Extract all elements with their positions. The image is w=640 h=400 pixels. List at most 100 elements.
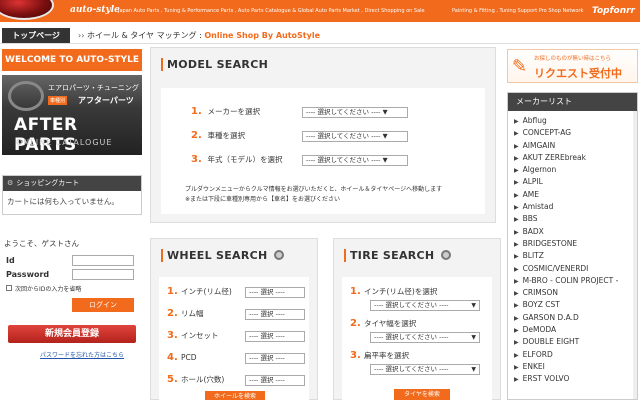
maker-list-item[interactable]: ▶ DOUBLE EIGHT: [514, 336, 631, 348]
row-label: 扁平率を選択: [364, 351, 409, 360]
maker-list-item[interactable]: ▶ BBS: [514, 213, 631, 225]
row-label: インセット: [181, 331, 219, 340]
tire-aspect-select[interactable]: ---- 選択してください ---- ▼: [370, 364, 480, 375]
maker-list-item[interactable]: ▶ BLITZ: [514, 250, 631, 262]
remember-checkbox[interactable]: [6, 285, 12, 291]
maker-list-item[interactable]: ▶ Algernon: [514, 164, 631, 176]
maker-name: M-BRO - COLIN PROJECT -: [522, 275, 619, 285]
maker-list-item[interactable]: ▶ BOYZ CST: [514, 299, 631, 311]
maker-list-item[interactable]: ▶ Abflug: [514, 115, 631, 127]
maker-name: GARSON D.A.D: [522, 312, 579, 322]
wheel-hole-select[interactable]: ---- 選択 ----: [245, 375, 305, 386]
select-text: ---- 選択してください ---- ▼: [306, 156, 388, 164]
banner-line1: エアロパーツ・チューニング: [48, 84, 139, 92]
wheel-search-button[interactable]: ホイールを検索: [205, 391, 265, 400]
request-banner[interactable]: ✎ お探しのものが無い時はこちら リクエスト受付中: [507, 49, 638, 83]
select-text: ---- 選択 ----: [249, 288, 285, 296]
maker-list-item[interactable]: ▶ DeMODA: [514, 324, 631, 336]
maker-list-item[interactable]: ▶ ELFORD: [514, 349, 631, 361]
wheel-row: 2. リム幅: [167, 308, 204, 319]
row-label: 年式（モデル）を選択: [207, 155, 283, 164]
site-logo[interactable]: auto-style: [70, 5, 120, 15]
header-tagline-2: Painting & Fitting , Tuning Support Pro …: [452, 8, 584, 14]
after-parts-banner[interactable]: エアロパーツ・チューニング 車種別 アフターパーツ AFTER PARTS ON…: [2, 75, 142, 155]
row-label: PCD: [181, 353, 197, 362]
tire-inch-select[interactable]: ---- 選択してください ---- ▼: [370, 300, 480, 311]
partner-brand-logo[interactable]: Topfonrr: [592, 6, 635, 16]
maker-list-item[interactable]: ▶ ALPIL: [514, 176, 631, 188]
shopping-cart-box: ⚙ ショッピングカート カートには何も入っていません。: [2, 175, 142, 215]
wheel-inset-select[interactable]: ---- 選択 ----: [245, 331, 305, 342]
wheel-row: 4. PCD: [167, 352, 197, 363]
maker-select[interactable]: ---- 選択してください ---- ▼: [302, 107, 408, 118]
row-number: 1.: [350, 286, 361, 297]
maker-list-item[interactable]: ▶ BADX: [514, 226, 631, 238]
maker-list-title: メーカーリスト: [508, 93, 637, 111]
maker-list-item[interactable]: ▶ ENKEI: [514, 361, 631, 373]
maker-list-item[interactable]: ▶ AKUT ZEREbreak: [514, 152, 631, 164]
tire-width-select[interactable]: ---- 選択してください ---- ▼: [370, 332, 480, 343]
car-logo-image[interactable]: [0, 0, 54, 20]
triangle-bullet-icon: ▶: [514, 118, 519, 125]
triangle-bullet-icon: ▶: [514, 191, 519, 199]
select-text: ---- 選択 ----: [249, 354, 285, 362]
maker-list-item[interactable]: ▶ CRIMSON: [514, 287, 631, 299]
maker-name: BOYZ CST: [522, 300, 560, 310]
maker-name: BBS: [522, 214, 538, 224]
password-input[interactable]: [72, 269, 134, 280]
maker-list-item[interactable]: ▶ COSMIC/VENERDI: [514, 263, 631, 275]
wheel-width-select[interactable]: ---- 選択 ----: [245, 309, 305, 320]
triangle-bullet-icon: ▶: [514, 142, 519, 150]
maker-name: ENKEI: [522, 361, 545, 371]
select-text: ---- 選択してください ----: [374, 333, 449, 341]
maker-list-item[interactable]: ▶ ERST VOLVO: [514, 373, 631, 385]
id-label: Id: [6, 256, 15, 265]
chevron-down-icon: ▼: [471, 366, 476, 373]
model-row-car: 2. 車種を選択: [191, 130, 245, 141]
year-select[interactable]: ---- 選択してください ---- ▼: [302, 155, 408, 166]
triangle-bullet-icon: ▶: [514, 216, 519, 224]
id-input[interactable]: [72, 255, 134, 266]
wheel-pcd-select[interactable]: ---- 選択 ----: [245, 353, 305, 364]
maker-list-scrollbar[interactable]: [633, 111, 637, 399]
model-note-1: プルダウンメニューからクルマ情報をお選びいただくと、ホイール＆タイヤページへ移動…: [185, 186, 443, 193]
model-search-title: MODEL SEARCH: [161, 58, 268, 71]
maker-list-item[interactable]: ▶ AME: [514, 189, 631, 201]
maker-list-item[interactable]: ▶ AIMGAIN: [514, 140, 631, 152]
row-number: 2.: [167, 308, 178, 319]
maker-list-item[interactable]: ▶ GARSON D.A.D: [514, 312, 631, 324]
breadcrumb-current: ホイール & タイヤ マッチング :: [86, 31, 205, 40]
car-select[interactable]: ---- 選択してください ---- ▼: [302, 131, 408, 142]
triangle-bullet-icon: ▶: [514, 277, 519, 285]
site-header: auto-style Japan Auto Parts , Tuning & P…: [0, 0, 640, 22]
maker-list-item[interactable]: ▶ Amistad: [514, 201, 631, 213]
maker-list-item[interactable]: ▶ M-BRO - COLIN PROJECT -: [514, 275, 631, 287]
maker-name: ELFORD: [522, 349, 553, 359]
triangle-bullet-icon: ▶: [514, 290, 519, 298]
row-number: 3.: [167, 330, 178, 341]
wheel-inch-select[interactable]: ---- 選択 ----: [245, 287, 305, 298]
tire-row: 3. 扁平率を選択: [350, 350, 409, 361]
password-label: Password: [6, 270, 50, 279]
maker-name: BLITZ: [522, 251, 544, 261]
register-button[interactable]: 新規会員登録: [8, 325, 136, 343]
tire-search-button[interactable]: タイヤを検索: [394, 389, 450, 400]
forgot-password-link[interactable]: パスワードを忘れた方はこちら: [40, 350, 124, 359]
tire-icon: [440, 250, 451, 260]
triangle-bullet-icon: ▶: [514, 314, 519, 322]
triangle-bullet-icon: ▶: [514, 204, 519, 212]
row-label: メーカーを選択: [207, 107, 261, 116]
row-number: 3.: [191, 154, 202, 165]
cart-header: ⚙ ショッピングカート: [3, 176, 141, 191]
maker-list-item[interactable]: ▶ CONCEPT-AG: [514, 127, 631, 139]
login-button[interactable]: ログイン: [72, 298, 134, 312]
chevron-down-icon: ▼: [471, 334, 476, 341]
triangle-bullet-icon: ▶: [514, 228, 519, 236]
triangle-bullet-icon: ▶: [514, 167, 519, 175]
triangle-bullet-icon: ▶: [514, 376, 519, 384]
wheel-search-panel: WHEEL SEARCH 1. インチ(リム径) ---- 選択 ---- 2. リ…: [150, 238, 318, 400]
maker-name: DOUBLE EIGHT: [522, 337, 580, 347]
home-tab[interactable]: トップページ: [2, 28, 70, 43]
model-row-year: 3. 年式（モデル）を選択: [191, 154, 283, 165]
maker-list-item[interactable]: ▶ BRIDGESTONE: [514, 238, 631, 250]
